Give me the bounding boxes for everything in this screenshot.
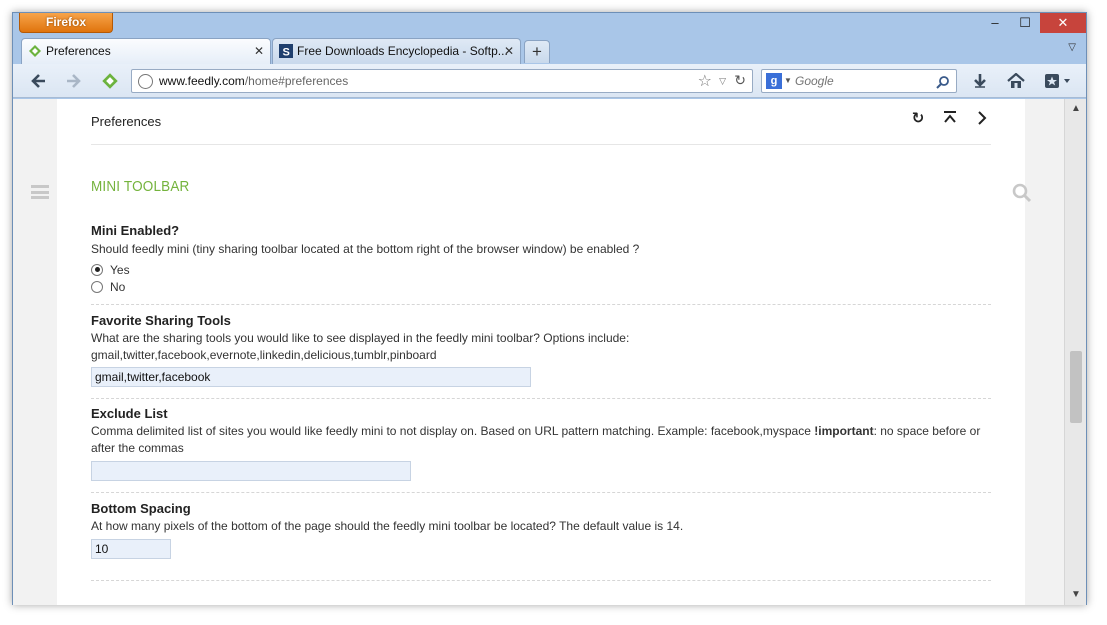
page-viewport: Preferences ↻ MINI TOOLBAR Mini Enabled?…: [13, 99, 1064, 605]
navigation-toolbar: www.feedly.com/home#preferences ☆ ▽ ↻ g …: [13, 64, 1086, 98]
vertical-scrollbar[interactable]: ▲ ▼: [1064, 99, 1086, 605]
new-tab-button[interactable]: +: [524, 40, 550, 63]
globe-icon: [138, 74, 153, 89]
pref-description: Comma delimited list of sites you would …: [91, 424, 981, 455]
divider: [91, 580, 991, 581]
tab-softpedia[interactable]: S Free Downloads Encyclopedia - Softp...…: [272, 38, 521, 64]
scroll-up-arrow-icon[interactable]: ▲: [1065, 101, 1087, 117]
bookmark-star-icon[interactable]: ☆: [698, 71, 712, 91]
radio-option-yes[interactable]: Yes: [91, 261, 991, 278]
google-icon[interactable]: g: [766, 73, 782, 89]
downloads-icon[interactable]: [969, 70, 991, 92]
close-window-button[interactable]: ✕: [1040, 13, 1086, 33]
engine-dropdown-icon[interactable]: ▼: [784, 76, 792, 85]
address-bar[interactable]: www.feedly.com/home#preferences ☆ ▽ ↻: [131, 69, 753, 93]
forward-arrow-icon[interactable]: [63, 70, 85, 92]
window-controls: – ☐ ✕: [980, 13, 1086, 33]
divider: [91, 304, 991, 305]
radio-button-unchecked[interactable]: [91, 280, 103, 293]
tab-list-chevron-icon[interactable]: ▽: [1068, 42, 1076, 53]
scrollbar-thumb[interactable]: [1070, 351, 1082, 423]
tab-close-icon[interactable]: ✕: [254, 39, 264, 64]
tab-strip: Preferences ✕ S Free Downloads Encyclope…: [13, 38, 1086, 64]
softpedia-icon: S: [279, 44, 293, 58]
pref-description: What are the sharing tools you would lik…: [91, 331, 630, 345]
reload-icon[interactable]: ↻: [734, 72, 746, 89]
pref-bottom-spacing: Bottom Spacing At how many pixels of the…: [91, 501, 991, 559]
url-text: www.feedly.com/home#preferences: [159, 74, 349, 88]
radio-option-no[interactable]: No: [91, 278, 991, 295]
radio-button-checked[interactable]: [91, 263, 103, 276]
exclude-list-input[interactable]: [91, 461, 411, 481]
pref-exclude-list: Exclude List Comma delimited list of sit…: [91, 406, 991, 481]
pref-description: At how many pixels of the bottom of the …: [91, 519, 684, 533]
home-icon[interactable]: [1005, 70, 1027, 92]
left-rail: [13, 99, 57, 605]
tab-label: Free Downloads Encyclopedia - Softp...: [297, 44, 508, 58]
radio-label: Yes: [110, 262, 130, 277]
search-input[interactable]: [795, 72, 925, 90]
pref-options-list: gmail,twitter,facebook,evernote,linkedin…: [91, 348, 437, 362]
pref-mini-enabled: Mini Enabled? Should feedly mini (tiny s…: [91, 223, 991, 295]
feedly-toolbar-icon[interactable]: [99, 70, 121, 92]
menu-icon[interactable]: [31, 185, 49, 199]
pref-heading: Bottom Spacing: [91, 501, 191, 516]
sharing-tools-input[interactable]: [91, 367, 531, 387]
feedly-icon: [29, 45, 41, 57]
bookmarks-menu-icon[interactable]: [1043, 70, 1075, 92]
pref-heading: Mini Enabled?: [91, 223, 180, 238]
refresh-icon[interactable]: ↻: [909, 110, 927, 128]
scroll-down-arrow-icon[interactable]: ▼: [1065, 587, 1087, 603]
divider: [91, 398, 991, 399]
pref-heading: Exclude List: [91, 406, 168, 421]
pref-sharing-tools: Favorite Sharing Tools What are the shar…: [91, 313, 991, 387]
search-icon[interactable]: [936, 71, 950, 93]
firefox-menu-button[interactable]: Firefox: [19, 13, 113, 33]
divider: [91, 492, 991, 493]
url-history-dropdown-icon[interactable]: ▽: [719, 76, 726, 87]
title-bar: Firefox – ☐ ✕: [13, 13, 1086, 39]
maximize-button[interactable]: ☐: [1010, 13, 1040, 33]
browser-window: Firefox – ☐ ✕ Preferences ✕ S Free Downl…: [12, 12, 1087, 605]
minimize-button[interactable]: –: [980, 13, 1010, 33]
tab-label: Preferences: [46, 44, 111, 58]
tab-preferences[interactable]: Preferences ✕: [21, 38, 271, 64]
search-icon[interactable]: [1012, 183, 1032, 203]
radio-label: No: [110, 279, 126, 294]
back-arrow-icon[interactable]: [27, 70, 49, 92]
pref-description: Should feedly mini (tiny sharing toolbar…: [91, 242, 640, 256]
page-header: Preferences ↻: [91, 99, 991, 145]
page-title: Preferences: [91, 114, 162, 129]
chevron-right-icon[interactable]: [973, 110, 991, 128]
scroll-top-icon[interactable]: [941, 110, 959, 128]
pref-heading: Favorite Sharing Tools: [91, 313, 231, 328]
preferences-page: Preferences ↻ MINI TOOLBAR Mini Enabled?…: [57, 99, 1025, 605]
svg-text:S: S: [283, 47, 290, 59]
header-actions: ↻: [909, 110, 991, 128]
section-title: MINI TOOLBAR: [91, 178, 190, 195]
tab-close-icon[interactable]: ✕: [504, 39, 514, 64]
bottom-spacing-input[interactable]: [91, 539, 171, 559]
search-bar[interactable]: g ▼: [761, 69, 957, 93]
